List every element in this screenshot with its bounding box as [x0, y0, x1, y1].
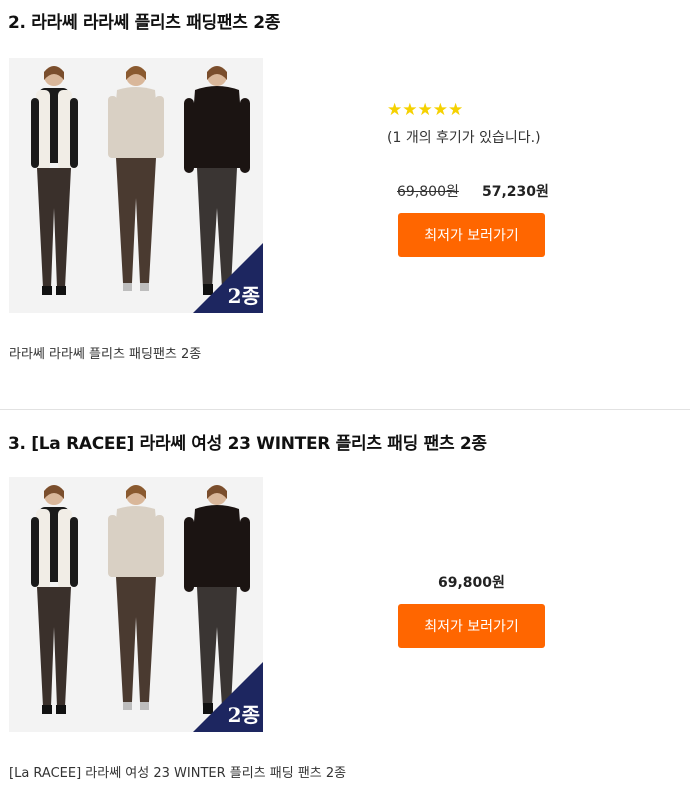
original-price: 69,800원: [397, 184, 459, 200]
review-count[interactable]: (1 개의 후기가 있습니다.): [387, 127, 541, 147]
rating-stars: ★★★★★: [387, 100, 464, 120]
section-divider: [0, 409, 690, 410]
lowest-price-button[interactable]: 최저가 보러가기: [398, 604, 545, 648]
product-caption: [La RACEE] 라라쎄 여성 23 WINTER 플리츠 패딩 팬츠 2종: [9, 766, 347, 781]
sale-price: 69,800원: [438, 575, 505, 591]
product-card-3: 3. [La RACEE] 라라쎄 여성 23 WINTER 플리츠 패딩 팬츠…: [0, 411, 690, 799]
models-photo: [9, 477, 263, 732]
models-photo: [9, 58, 263, 313]
product-caption: 라라쎄 라라쎄 플리츠 패딩팬츠 2종: [9, 347, 202, 362]
lowest-price-button[interactable]: 최저가 보러가기: [398, 213, 545, 257]
product-title[interactable]: 3. [La RACEE] 라라쎄 여성 23 WINTER 플리츠 패딩 팬츠…: [8, 429, 487, 454]
variant-badge: 2종: [227, 703, 260, 727]
product-title[interactable]: 2. 라라쎄 라라쎄 플리츠 패딩팬츠 2종: [8, 8, 280, 33]
variant-badge: 2종: [227, 284, 260, 308]
product-image[interactable]: 2종: [9, 58, 263, 313]
product-card-2: 2. 라라쎄 라라쎄 플리츠 패딩팬츠 2종 2종 ★★★★★ (1 개의 후기…: [0, 0, 690, 410]
product-image[interactable]: 2종: [9, 477, 263, 732]
sale-price: 57,230원: [482, 184, 549, 200]
